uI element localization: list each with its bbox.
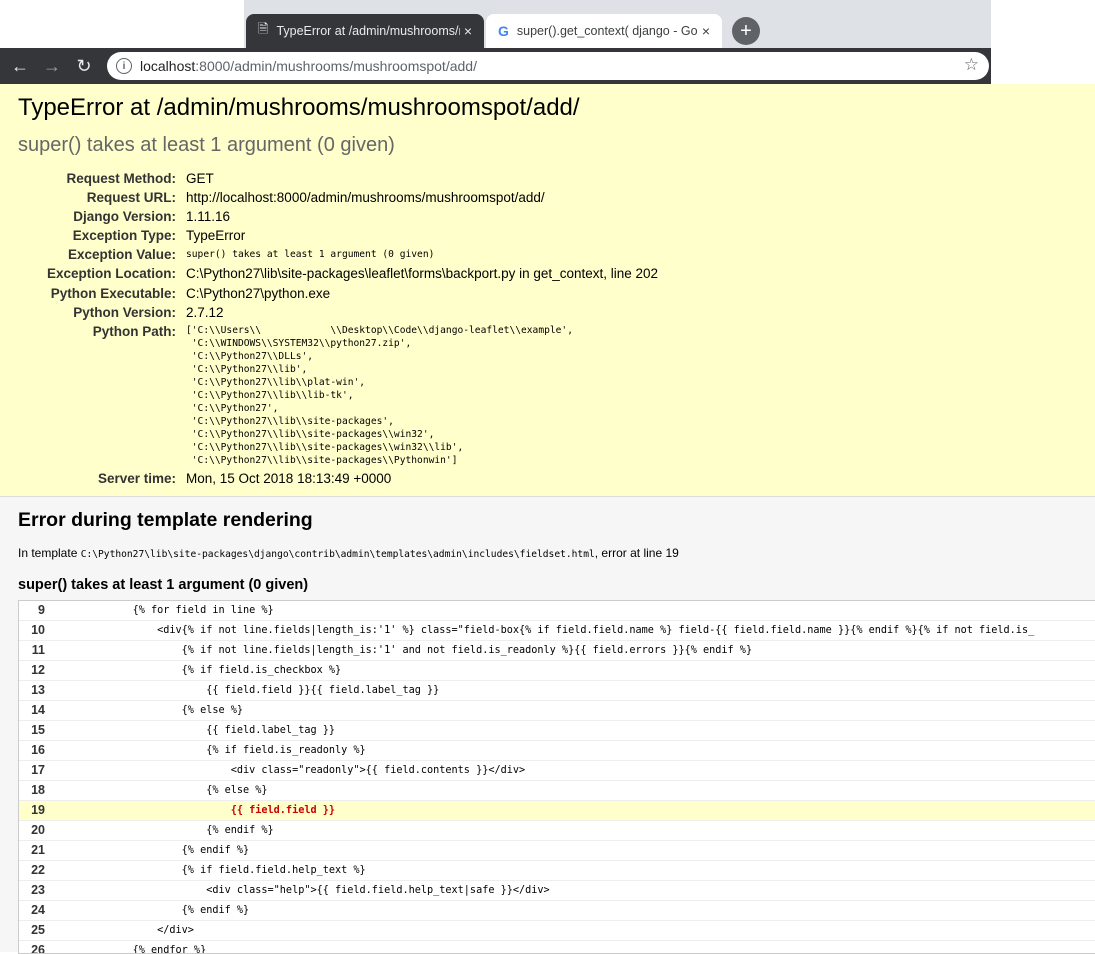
- close-tab-icon[interactable]: ×: [698, 23, 714, 39]
- back-arrow-icon[interactable]: ←: [8, 54, 32, 78]
- line-number: 9: [38, 603, 45, 617]
- source-line-error: 19 {{ field.field }}: [19, 801, 1095, 821]
- template-error-section: Error during template rendering In templ…: [0, 497, 1095, 954]
- source-line: 22 {% if field.field.help_text %}: [19, 861, 1095, 881]
- browser-toolbar: ← → ↻ i localhost:8000/admin/mushrooms/m…: [0, 48, 991, 84]
- source-line: 11 {% if not line.fields|length_is:'1' a…: [19, 641, 1095, 661]
- tab-typeerror[interactable]: 🗎 TypeError at /admin/mushrooms/mushroom…: [246, 14, 484, 48]
- source-line: 15 {{ field.label_tag }}: [19, 721, 1095, 741]
- tab-strip: 🗎 TypeError at /admin/mushrooms/mushroom…: [244, 0, 991, 48]
- url-host: localhost: [140, 58, 196, 74]
- line-number: 17: [31, 763, 45, 777]
- template-location: In template C:\Python27\lib\site-package…: [18, 546, 679, 560]
- source-line: 21 {% endif %}: [19, 841, 1095, 861]
- info-row: Python Executable: C:\Python27\python.exe: [50, 285, 331, 301]
- request-info-table: Request Method: GET Request URL: http://lo…: [18, 169, 658, 488]
- source-line: 23 <div class="help">{{ field.field.help…: [19, 881, 1095, 901]
- source-line: 9 {% for field in line %}: [19, 601, 1095, 621]
- line-number: 21: [31, 843, 45, 857]
- tab-title: TypeError at /admin/mushrooms/mushroomsp…: [276, 24, 460, 38]
- line-source: {% endif %}: [59, 825, 274, 836]
- line-source: {% endfor %}: [59, 945, 207, 954]
- line-number: 14: [31, 703, 45, 717]
- forward-arrow-icon[interactable]: →: [40, 54, 64, 78]
- source-line: 12 {% if field.is_checkbox %}: [19, 661, 1095, 681]
- source-line: 16 {% if field.is_readonly %}: [19, 741, 1095, 761]
- line-number: 26: [31, 943, 45, 954]
- new-tab-button[interactable]: +: [732, 17, 760, 45]
- tab-title: super().get_context( django - Google Sea…: [516, 24, 698, 38]
- line-source: {% if not line.fields|length_is:'1' and …: [59, 645, 753, 656]
- source-line: 20 {% endif %}: [19, 821, 1095, 841]
- info-row: Python Version: 2.7.12: [73, 304, 224, 320]
- info-row: Request URL: http://localhost:8000/admin/…: [86, 190, 545, 206]
- python-path-list: ['C:\\Users\\ \\Desktop\\Code\\django-le…: [186, 324, 573, 466]
- info-row: Exception Value: super() takes at least 1…: [67, 247, 435, 263]
- url-path: :8000/admin/mushrooms/mushroomspot/add/: [195, 58, 477, 74]
- line-source: {% for field in line %}: [59, 605, 274, 616]
- source-line: 18 {% else %}: [19, 781, 1095, 801]
- line-source: {{ field.field }}: [59, 805, 336, 816]
- source-line: 26 {% endfor %}: [19, 941, 1095, 954]
- info-icon[interactable]: i: [116, 58, 132, 74]
- info-row: Exception Type: TypeError: [72, 228, 246, 244]
- document-icon: 🗎: [258, 21, 269, 36]
- line-source: {{ field.field }}{{ field.label_tag }}: [59, 685, 440, 696]
- reload-icon[interactable]: ↻: [72, 54, 96, 78]
- address-bar[interactable]: i localhost:8000/admin/mushrooms/mushroo…: [107, 52, 989, 80]
- google-icon: G: [498, 23, 509, 39]
- line-source: {{ field.label_tag }}: [59, 725, 336, 736]
- line-number: 13: [31, 683, 45, 697]
- source-line: 10 <div{% if not line.fields|length_is:'…: [19, 621, 1095, 641]
- error-summary: TypeError at /admin/mushrooms/mushroomsp…: [0, 84, 1095, 497]
- close-tab-icon[interactable]: ×: [460, 23, 476, 39]
- template-error-message: super() takes at least 1 argument (0 giv…: [18, 577, 309, 593]
- browser-chrome: 🗎 TypeError at /admin/mushrooms/mushroom…: [0, 0, 1095, 48]
- line-number: 12: [31, 663, 45, 677]
- line-source: {% endif %}: [59, 905, 250, 916]
- line-source: {% if field.is_checkbox %}: [59, 665, 342, 676]
- line-source: {% else %}: [59, 705, 244, 716]
- source-line: 25 </div>: [19, 921, 1095, 941]
- line-source: </div>: [59, 925, 194, 936]
- exception-message: super() takes at least 1 argument (0 giv…: [18, 134, 395, 156]
- line-source: {% if field.field.help_text %}: [59, 865, 366, 876]
- source-line: 14 {% else %}: [19, 701, 1095, 721]
- line-source: <div class="help">{{ field.field.help_te…: [59, 885, 550, 896]
- python-path-row: Python Path: ['C:\\Users\\ \\Desktop\\Cod…: [18, 322, 658, 469]
- line-number: 15: [31, 723, 45, 737]
- tab-google-search[interactable]: G super().get_context( django - Google S…: [486, 14, 722, 48]
- page-title: TypeError at /admin/mushrooms/mushroomsp…: [18, 94, 580, 121]
- source-line: 17 <div class="readonly">{{ field.conten…: [19, 761, 1095, 781]
- line-number: 11: [31, 643, 45, 657]
- line-source: {% endif %}: [59, 845, 250, 856]
- line-number: 10: [31, 623, 45, 637]
- section-heading: Error during template rendering: [18, 509, 313, 531]
- error-line-number: 19: [665, 546, 679, 560]
- source-context: 9 {% for field in line %} 10 <div{% if no…: [18, 600, 1095, 954]
- line-source: <div{% if not line.fields|length_is:'1' …: [59, 625, 1035, 636]
- line-number: 25: [31, 923, 45, 937]
- source-line: 13 {{ field.field }}{{ field.label_tag }…: [19, 681, 1095, 701]
- line-source: <div class="readonly">{{ field.contents …: [59, 765, 526, 776]
- server-time-row: Server time: Mon, 15 Oct 2018 18:13:49 +0…: [97, 470, 392, 486]
- line-number: 16: [31, 743, 45, 757]
- line-number: 20: [31, 823, 45, 837]
- line-number: 18: [31, 783, 45, 797]
- line-source: {% else %}: [59, 785, 268, 796]
- info-row: Request Method: GET: [66, 171, 214, 186]
- line-source: {% if field.is_readonly %}: [59, 745, 366, 756]
- info-row: Django Version: 1.11.16: [73, 209, 231, 225]
- line-number: 22: [31, 863, 45, 877]
- line-number: 23: [31, 883, 45, 897]
- info-row: Exception Location: C:\Python27\lib\site-…: [46, 266, 659, 282]
- bookmark-star-icon[interactable]: ☆: [964, 55, 979, 75]
- line-number: 24: [31, 903, 45, 917]
- line-number: 19: [31, 803, 45, 817]
- template-path: C:\Python27\lib\site-packages\django\con…: [80, 549, 595, 560]
- source-line: 24 {% endif %}: [19, 901, 1095, 921]
